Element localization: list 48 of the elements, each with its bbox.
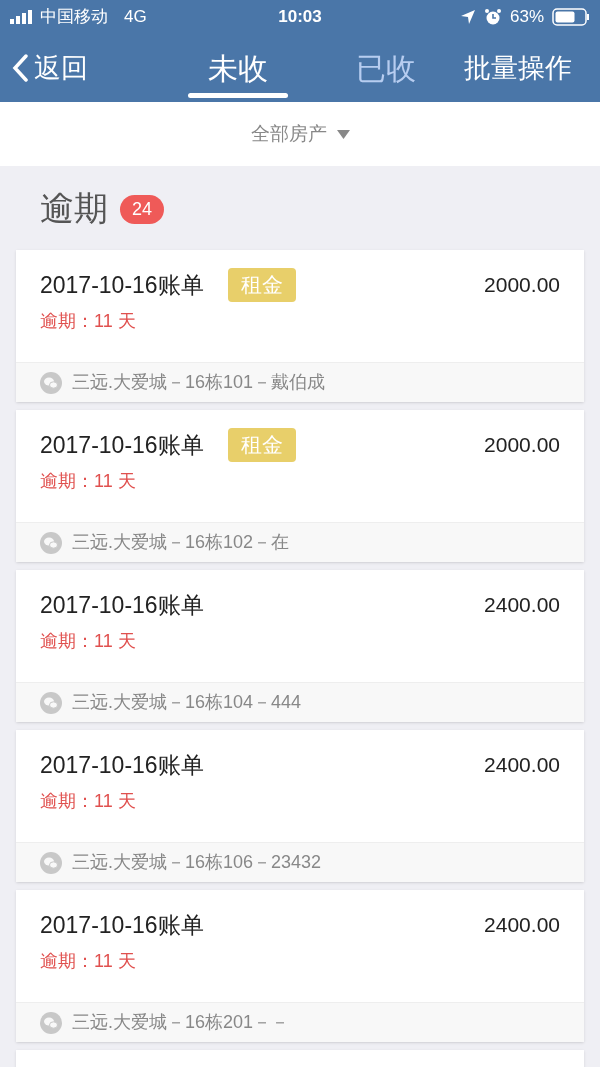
back-button[interactable]: 返回: [12, 34, 88, 102]
bill-card[interactable]: 2017-10-16账单 2400.00 逾期：11 天 三远.大爱城－16栋106－23432: [16, 730, 584, 882]
rent-tag: 租金: [227, 428, 296, 462]
bill-amount: 2400.00: [484, 592, 560, 619]
caret-icon: [336, 129, 350, 139]
property-name: 三远.大爱城－16栋201－－: [72, 1011, 290, 1034]
property-filter-dropdown[interactable]: 全部房产: [250, 119, 350, 149]
rent-tag: 租金: [227, 268, 296, 302]
bill-card[interactable]: 2017-10-16账单 租金 2000.00 逾期：11 天 三远.大爱城－16栋102－在: [16, 410, 584, 562]
signal-icon: [10, 10, 34, 24]
overdue-text: 逾期：11 天: [40, 310, 136, 333]
property-name: 三远.大爱城－16栋104－444: [72, 691, 302, 714]
bill-title: 2017-10-16账单: [40, 270, 204, 300]
property-name: 三远.大爱城－16栋102－在: [72, 531, 290, 554]
bill-card[interactable]: 2017-10-16账单 2400.00 逾期：11 天 三远.大爱城－16栋201－－: [16, 890, 584, 1042]
battery-icon: [552, 8, 590, 26]
battery-percent: 63%: [510, 6, 544, 29]
bill-title: 2017-10-16账单: [40, 910, 204, 940]
overdue-text: 逾期：11 天: [40, 630, 136, 653]
chat-icon: [40, 531, 62, 554]
back-icon: [12, 54, 28, 82]
chat-icon: [40, 371, 62, 394]
property-name: 三远.大爱城－16栋106－23432: [72, 851, 322, 874]
bill-title: 2017-10-16账单: [40, 430, 204, 460]
bill-amount: 2000.00: [484, 272, 560, 299]
chat-icon: [40, 1011, 62, 1034]
bill-amount: 2400.00: [484, 912, 560, 939]
bill-title: 2017-10-16账单: [40, 590, 204, 620]
bill-amount: 2000.00: [484, 432, 560, 459]
property-name: 三远.大爱城－16栋101－戴伯成: [72, 371, 326, 394]
bill-title: 2017-10-16账单: [40, 750, 204, 780]
overdue-text: 逾期：11 天: [40, 790, 136, 813]
overdue-text: 逾期：11 天: [40, 470, 136, 493]
overdue-text: 逾期：11 天: [40, 950, 136, 973]
batch-operation-button[interactable]: 批量操作: [464, 34, 572, 102]
clock-time: 10:03: [278, 6, 322, 29]
network-type: 4G: [124, 6, 147, 29]
location-icon: [460, 9, 476, 25]
carrier-name: 中国移动: [40, 6, 108, 29]
chat-icon: [40, 851, 62, 874]
tab[interactable]: 未收: [188, 34, 288, 102]
section-title: 逾期: [40, 187, 108, 229]
bill-card[interactable]: 2017-10-16账单 租金 2000.00 逾期：11 天 三远.大爱城－16栋101－戴伯成: [16, 250, 584, 402]
bill-card[interactable]: 2017-10-16账单 2400.00 逾期：11 天 三远.大爱城－16栋104－444: [16, 570, 584, 722]
count-badge: 24: [120, 194, 165, 224]
chat-icon: [40, 691, 62, 714]
alarm-icon: [484, 8, 502, 26]
bill-amount: 2400.00: [484, 752, 560, 779]
